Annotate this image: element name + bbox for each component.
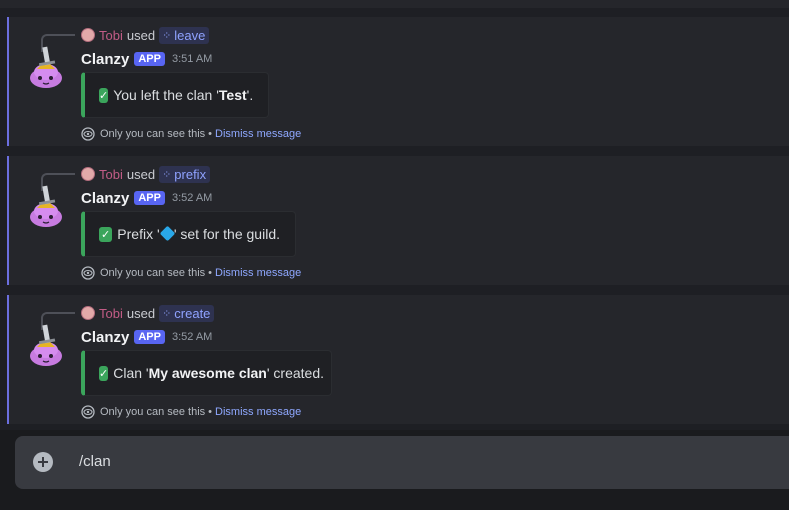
command-name[interactable]: ⁘ leave — [159, 26, 210, 44]
command-reply-context: Tobi used ⁘ create — [81, 304, 215, 322]
command-label: leave — [174, 27, 206, 43]
ephemeral-notice: Only you can see this • Dismiss message — [81, 127, 301, 141]
clan-name: My awesome clan — [148, 365, 267, 381]
user-avatar[interactable] — [81, 28, 95, 42]
ephemeral-text: Only you can see this — [100, 406, 206, 418]
slash-command-icon: ⁘ — [162, 307, 172, 320]
ephemeral-notice: Only you can see this • Dismiss message — [81, 266, 301, 280]
embed-text-suffix: ' set for the guild. — [173, 226, 280, 242]
embed: ✓ Prefix ' ' set for the guild. — [81, 211, 296, 257]
embed-text-suffix: ' created. — [266, 365, 325, 381]
reply-used-label: used — [126, 27, 156, 43]
command-reply-context: Tobi used ⁘ prefix — [81, 165, 211, 183]
reply-used-label: used — [126, 166, 156, 182]
dismiss-message-link[interactable]: Dismiss message — [215, 267, 301, 279]
ephemeral-text: Only you can see this — [100, 267, 206, 279]
message-composer[interactable]: /clan — [15, 436, 789, 489]
command-reply-context: Tobi used ⁘ leave — [81, 26, 210, 44]
message[interactable]: Tobi used ⁘ prefix Clanzy APP 3:52 AM ✓ P… — [7, 156, 789, 285]
reply-used-label: used — [126, 305, 156, 321]
separator-dot: • — [208, 406, 213, 418]
app-badge: APP — [134, 191, 165, 205]
bot-name[interactable]: Clanzy — [81, 51, 129, 68]
bot-avatar[interactable] — [25, 184, 65, 228]
command-name[interactable]: ⁘ create — [159, 304, 215, 322]
embed-text-prefix: You left the clan ' — [113, 87, 219, 103]
clan-name: Test — [218, 87, 247, 103]
reply-username[interactable]: Tobi — [99, 306, 123, 321]
message-header: Clanzy APP 3:52 AM — [81, 327, 212, 347]
eye-icon — [81, 266, 95, 280]
embed-text-prefix: Clan ' — [113, 365, 149, 381]
diamond-with-dot-emoji-icon — [159, 225, 175, 242]
embed-text-suffix: '. — [246, 87, 254, 103]
white-check-mark-icon: ✓ — [99, 87, 109, 103]
message-header: Clanzy APP 3:51 AM — [81, 49, 212, 69]
command-name[interactable]: ⁘ prefix — [159, 165, 211, 183]
message-header: Clanzy APP 3:52 AM — [81, 188, 212, 208]
bot-avatar[interactable] — [25, 45, 65, 89]
dismiss-message-link[interactable]: Dismiss message — [215, 406, 301, 418]
user-avatar[interactable] — [81, 306, 95, 320]
separator-dot: • — [208, 267, 213, 279]
white-check-mark-icon: ✓ — [99, 365, 109, 381]
embed: ✓ Clan ' My awesome clan ' created. — [81, 350, 332, 396]
eye-icon — [81, 405, 95, 419]
timestamp[interactable]: 3:51 AM — [172, 53, 212, 65]
bot-name[interactable]: Clanzy — [81, 329, 129, 346]
chat-area: Tobi used ⁘ leave Clanzy APP 3:51 AM ✓ Yo… — [0, 0, 789, 430]
eye-icon — [81, 127, 95, 141]
ephemeral-text: Only you can see this — [100, 128, 206, 140]
reply-username[interactable]: Tobi — [99, 28, 123, 43]
app-badge: APP — [134, 330, 165, 344]
slash-command-icon: ⁘ — [162, 168, 172, 181]
previous-message-edge — [0, 0, 789, 8]
ephemeral-notice: Only you can see this • Dismiss message — [81, 405, 301, 419]
message-input[interactable]: /clan — [79, 451, 111, 473]
timestamp[interactable]: 3:52 AM — [172, 331, 212, 343]
reply-username[interactable]: Tobi — [99, 167, 123, 182]
separator-dot: • — [208, 128, 213, 140]
dismiss-message-link[interactable]: Dismiss message — [215, 128, 301, 140]
embed-text-prefix: Prefix ' — [117, 226, 160, 242]
plus-circle-icon[interactable] — [33, 452, 53, 472]
slash-command-icon: ⁘ — [162, 29, 172, 42]
app-badge: APP — [134, 52, 165, 66]
timestamp[interactable]: 3:52 AM — [172, 192, 212, 204]
message[interactable]: Tobi used ⁘ create Clanzy APP 3:52 AM ✓ C… — [7, 295, 789, 424]
bot-name[interactable]: Clanzy — [81, 190, 129, 207]
message[interactable]: Tobi used ⁘ leave Clanzy APP 3:51 AM ✓ Yo… — [7, 17, 789, 146]
command-label: create — [174, 305, 211, 321]
command-label: prefix — [174, 166, 207, 182]
white-check-mark-icon: ✓ — [99, 226, 113, 242]
user-avatar[interactable] — [81, 167, 95, 181]
embed: ✓ You left the clan ' Test '. — [81, 72, 269, 118]
bot-avatar[interactable] — [25, 323, 65, 367]
